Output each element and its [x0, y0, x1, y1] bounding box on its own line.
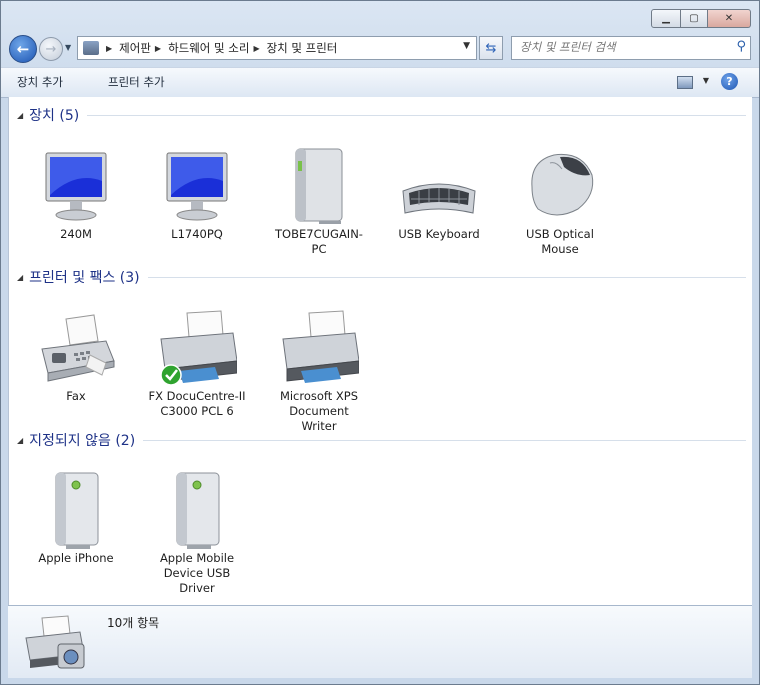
device-item[interactable]: TOBE7CUGAIN-PC — [273, 147, 365, 257]
close-button[interactable]: ✕ — [708, 9, 751, 28]
device-item[interactable]: Apple iPhone — [32, 471, 120, 566]
monitor-icon — [157, 147, 237, 225]
command-bar: 장치 추가 프린터 추가 ▼ ? — [1, 67, 759, 98]
group-title: 장치 (5) — [29, 108, 80, 124]
device-label: USB Optical Mouse — [526, 227, 594, 256]
group-divider — [147, 276, 746, 278]
help-icon[interactable]: ? — [721, 73, 738, 90]
device-item[interactable]: USB Optical Mouse — [516, 147, 604, 257]
explorer-window: ▁ ▢ ✕ ← → ▼ ▶ 제어판 ▶ 하드웨어 및 소리 ▶ 장치 및 프린터… — [0, 0, 760, 685]
group-divider — [87, 114, 746, 116]
printer-icon — [279, 309, 360, 387]
breadcrumb: ▶ 제어판 ▶ 하드웨어 및 소리 ▶ 장치 및 프린터 — [102, 40, 337, 56]
group-title: 지정되지 않음 (2) — [29, 433, 136, 449]
refresh-icon: ⇆ — [485, 40, 497, 56]
devices-and-printers-icon — [22, 614, 92, 672]
storage-device-icon — [157, 471, 237, 549]
control-panel-icon — [83, 41, 99, 55]
device-item[interactable]: Apple Mobile Device USB Driver — [153, 471, 241, 596]
printer-item[interactable]: Microsoft XPS Document Writer — [270, 309, 368, 434]
breadcrumb-separator-icon[interactable]: ▶ — [106, 44, 112, 53]
back-arrow-icon: ← — [16, 40, 30, 58]
printer-item[interactable]: FX DocuCentre-II C3000 PCL 6 — [148, 309, 246, 419]
add-device-button[interactable]: 장치 추가 — [17, 74, 63, 90]
close-icon: ✕ — [724, 13, 734, 24]
view-options-dropdown-icon[interactable]: ▼ — [703, 76, 709, 85]
printer-label: Microsoft XPS Document Writer — [279, 389, 359, 433]
device-label: L1740PQ — [171, 227, 223, 241]
printer-label: FX DocuCentre-II C3000 PCL 6 — [148, 389, 246, 418]
collapse-triangle-icon[interactable]: ◢ — [17, 436, 23, 445]
device-label: 240M — [60, 227, 92, 241]
device-item[interactable]: 240M — [32, 147, 120, 242]
printer-icon — [157, 309, 238, 387]
collapse-triangle-icon[interactable]: ◢ — [17, 111, 23, 120]
group-header-unspecified[interactable]: ◢ 지정되지 않음 (2) — [17, 431, 746, 449]
computer-tower-icon — [279, 147, 359, 225]
search-icon[interactable]: ⚲ — [736, 39, 746, 54]
address-dropdown-icon[interactable]: ▼ — [463, 41, 470, 51]
device-item[interactable]: L1740PQ — [153, 147, 241, 242]
fax-icon — [36, 309, 116, 387]
navigation-bar: ← → ▼ ▶ 제어판 ▶ 하드웨어 및 소리 ▶ 장치 및 프린터 ▼ ⇆ ⚲ — [9, 35, 751, 63]
address-bar[interactable]: ▶ 제어판 ▶ 하드웨어 및 소리 ▶ 장치 및 프린터 ▼ — [77, 36, 477, 60]
breadcrumb-separator-icon[interactable]: ▶ — [253, 44, 259, 53]
storage-device-icon — [36, 471, 116, 549]
device-list: ◢ 장치 (5) 240M L1740PQ TOBE7CUGAIN-PC USB… — [8, 97, 752, 605]
maximize-icon: ▢ — [689, 13, 699, 24]
monitor-icon — [36, 147, 116, 225]
keyboard-icon — [399, 147, 479, 225]
minimize-icon: ▁ — [662, 13, 670, 24]
printer-item[interactable]: Fax — [32, 309, 120, 404]
breadcrumb-item[interactable]: 장치 및 프린터 — [267, 40, 338, 56]
minimize-button[interactable]: ▁ — [651, 9, 681, 28]
forward-button[interactable]: → — [39, 37, 63, 61]
mouse-icon — [520, 147, 600, 225]
group-title: 프린터 및 팩스 (3) — [29, 270, 140, 286]
back-button[interactable]: ← — [9, 35, 37, 63]
device-label: Apple iPhone — [38, 551, 114, 565]
group-divider — [143, 439, 746, 441]
printer-label: Fax — [66, 389, 86, 403]
breadcrumb-separator-icon[interactable]: ▶ — [155, 44, 161, 53]
search-box[interactable]: ⚲ — [511, 36, 751, 60]
device-label: Apple Mobile Device USB Driver — [159, 551, 235, 595]
device-item[interactable]: USB Keyboard — [395, 147, 483, 242]
breadcrumb-item[interactable]: 하드웨어 및 소리 — [168, 40, 249, 56]
group-header-printers[interactable]: ◢ 프린터 및 팩스 (3) — [17, 268, 746, 286]
caption-buttons: ▁ ▢ ✕ — [651, 9, 751, 28]
details-pane: 10개 항목 — [8, 605, 752, 678]
device-label: TOBE7CUGAIN-PC — [275, 227, 363, 256]
item-count: 10개 항목 — [107, 616, 160, 630]
breadcrumb-item[interactable]: 제어판 — [119, 40, 151, 56]
device-label: USB Keyboard — [398, 227, 480, 241]
change-view-icon[interactable] — [677, 76, 693, 89]
recent-pages-dropdown[interactable]: ▼ — [65, 43, 71, 52]
group-header-devices[interactable]: ◢ 장치 (5) — [17, 106, 746, 124]
add-printer-button[interactable]: 프린터 추가 — [108, 74, 165, 90]
forward-arrow-icon: → — [45, 41, 57, 57]
collapse-triangle-icon[interactable]: ◢ — [17, 273, 23, 282]
maximize-button[interactable]: ▢ — [681, 9, 708, 28]
refresh-button[interactable]: ⇆ — [479, 36, 503, 60]
search-input[interactable] — [512, 37, 720, 57]
